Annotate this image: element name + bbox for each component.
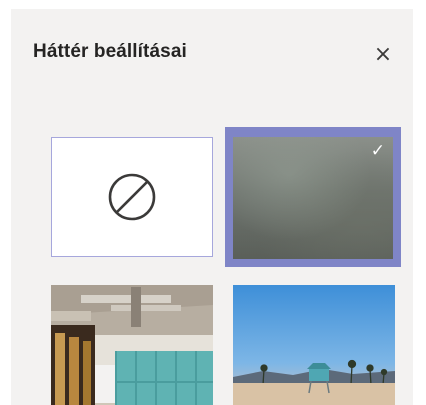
no-background-icon <box>108 173 156 221</box>
background-option-beach[interactable] <box>233 285 395 405</box>
selected-check-icon: ✓ <box>370 141 385 161</box>
blur-background-thumbnail: ✓ <box>233 137 393 259</box>
background-settings-panel: Háttér beállításai × ✓ <box>11 9 413 405</box>
panel-title: Háttér beállításai <box>33 41 187 62</box>
background-option-office[interactable] <box>51 285 213 405</box>
background-option-none[interactable] <box>51 137 213 257</box>
beach-background-thumbnail <box>233 285 395 405</box>
close-icon: × <box>373 41 393 67</box>
office-background-thumbnail <box>51 285 213 405</box>
close-button[interactable]: × <box>366 37 400 71</box>
background-option-blur[interactable]: ✓ <box>225 127 401 267</box>
panel-header: Háttér beállításai × <box>11 9 413 99</box>
